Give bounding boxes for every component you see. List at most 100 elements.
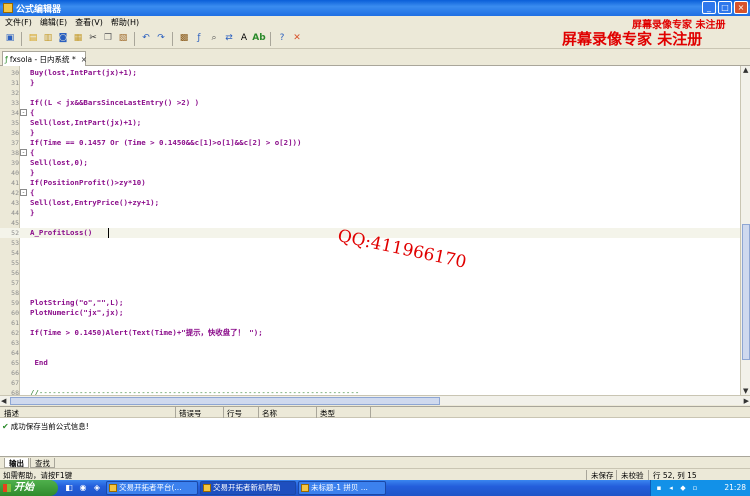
code-line[interactable]: 65 End <box>0 358 740 368</box>
document-tab-close-icon[interactable]: × <box>81 55 87 64</box>
code-line[interactable]: 31} <box>0 78 740 88</box>
vertical-scroll-thumb[interactable] <box>742 224 750 360</box>
menu-view[interactable]: 查看(V) <box>73 16 109 29</box>
start-button[interactable]: 开始 <box>0 480 58 496</box>
scroll-right-icon[interactable]: ▶ <box>744 397 749 405</box>
show-desktop-icon[interactable]: ◧ <box>64 483 74 493</box>
menu-edit[interactable]: 编辑(E) <box>38 16 73 29</box>
taskbar-task[interactable]: 交易开拓者平台(... <box>106 481 198 495</box>
column-divider[interactable] <box>316 407 317 418</box>
fold-toggle-icon[interactable]: - <box>20 189 27 196</box>
code-line[interactable]: 39 Sell(lost,0); <box>0 158 740 168</box>
code-line[interactable]: 63 <box>0 338 740 348</box>
column-divider[interactable] <box>175 407 176 418</box>
code-line[interactable]: 66 <box>0 368 740 378</box>
line-number: 30 <box>11 69 19 77</box>
code-line[interactable]: 42-{ <box>0 188 740 198</box>
code-line[interactable]: 55 <box>0 258 740 268</box>
title-bar[interactable]: 公式编辑器 _ □ × <box>0 0 750 16</box>
media-icon[interactable]: ◈ <box>92 483 102 493</box>
code-line[interactable]: 34-{ <box>0 108 740 118</box>
column-error-number[interactable]: 错误号 <box>179 408 202 419</box>
code-line[interactable]: 32 <box>0 88 740 98</box>
line-number: 68 <box>11 389 19 395</box>
menu-help[interactable]: 帮助(H) <box>109 16 145 29</box>
scroll-left-icon[interactable]: ◀ <box>1 397 6 405</box>
toolbar-separator <box>134 31 135 46</box>
code-line[interactable]: 58 <box>0 288 740 298</box>
code-line[interactable]: 44} <box>0 208 740 218</box>
network-icon[interactable]: ▪ <box>655 484 663 492</box>
replace-icon[interactable]: ⇄ <box>222 32 236 46</box>
vertical-scrollbar[interactable]: ▲ ▼ <box>740 66 750 395</box>
font-icon[interactable]: A <box>237 32 251 46</box>
check-icon: ✔ <box>2 422 9 431</box>
tab-output[interactable]: 输出 <box>4 458 29 468</box>
code-line[interactable]: 61 <box>0 318 740 328</box>
code-line[interactable]: 36} <box>0 128 740 138</box>
save-icon[interactable]: ▥ <box>41 32 55 46</box>
taskbar-task[interactable]: 未标题-1 拼贝 ... <box>298 481 386 495</box>
horizontal-scroll-thumb[interactable] <box>10 397 440 405</box>
column-divider[interactable] <box>258 407 259 418</box>
fold-toggle-icon[interactable]: - <box>20 149 27 156</box>
code-line[interactable]: 37 If(Time == 0.1457 Or (Time > 0.1450&&c… <box>0 138 740 148</box>
line-number: 45 <box>11 219 19 227</box>
code-line[interactable]: 62 If(Time > 0.1450)Alert(Text(Time)+"提示，… <box>0 328 740 338</box>
column-name[interactable]: 名称 <box>262 408 277 419</box>
taskbar-task[interactable]: 交易开拓者新机帮助 <box>200 481 296 495</box>
code-line[interactable]: 43 Sell(lost,EntryPrice()+zy+1); <box>0 198 740 208</box>
maximize-button[interactable]: □ <box>718 1 732 14</box>
horizontal-scrollbar[interactable]: ◀ ▶ <box>0 395 750 405</box>
new-icon[interactable]: ▣ <box>3 32 17 46</box>
help-icon[interactable]: ? <box>275 32 289 46</box>
output-message-row[interactable]: ✔ 成功保存当前公式信息! <box>2 421 89 432</box>
code-line[interactable]: 38-{ <box>0 148 740 158</box>
paste-icon[interactable]: ▧ <box>116 32 130 46</box>
security-icon[interactable]: ◆ <box>679 484 687 492</box>
menu-file[interactable]: 文件(F) <box>3 16 38 29</box>
column-line-number[interactable]: 行号 <box>227 408 242 419</box>
cut-icon[interactable]: ✂ <box>86 32 100 46</box>
scroll-down-icon[interactable]: ▼ <box>743 387 748 395</box>
copy-icon[interactable]: ❐ <box>101 32 115 46</box>
minimize-button[interactable]: _ <box>702 1 716 14</box>
code-line[interactable]: 56 <box>0 268 740 278</box>
tab-find[interactable]: 查找 <box>30 458 55 468</box>
browser-icon[interactable]: ◉ <box>78 483 88 493</box>
document-tab[interactable]: ƒ fxsola - 日内系统 * × <box>2 51 87 66</box>
column-divider[interactable] <box>223 407 224 418</box>
column-type[interactable]: 类型 <box>320 408 335 419</box>
redo-icon[interactable]: ↷ <box>154 32 168 46</box>
code-line[interactable]: 35 Sell(lost,IntPart(jx)+1); <box>0 118 740 128</box>
save-all-icon[interactable]: ◙ <box>56 32 70 46</box>
line-number: 41 <box>11 179 19 187</box>
code-line[interactable]: 40} <box>0 168 740 178</box>
open-icon[interactable]: ▤ <box>26 32 40 46</box>
code-line[interactable]: 59 PlotString("o","",L); <box>0 298 740 308</box>
find-icon[interactable]: ⌕ <box>207 32 221 46</box>
code-line[interactable]: 33 If((L < jx&&BarsSinceLastEntry() >2) ) <box>0 98 740 108</box>
compile-icon[interactable]: ▩ <box>177 32 191 46</box>
code-line[interactable]: 64 <box>0 348 740 358</box>
undo-icon[interactable]: ↶ <box>139 32 153 46</box>
code-line[interactable]: 57 <box>0 278 740 288</box>
code-line[interactable]: 45 <box>0 218 740 228</box>
code-line[interactable]: 68 //------------------------------------… <box>0 388 740 395</box>
code-line[interactable]: 41 If(PositionProfit()>zy*10) <box>0 178 740 188</box>
insert-function-icon[interactable]: ƒ <box>192 32 206 46</box>
volume-icon[interactable]: ◂ <box>667 484 675 492</box>
code-line[interactable]: 60 PlotNumeric("jx",jx); <box>0 308 740 318</box>
column-divider[interactable] <box>370 407 371 418</box>
fold-toggle-icon[interactable]: - <box>20 109 27 116</box>
input-method-icon[interactable]: ▫ <box>691 484 699 492</box>
print-icon[interactable]: ▦ <box>71 32 85 46</box>
bold-icon[interactable]: Ab <box>252 32 266 46</box>
column-description[interactable]: 描述 <box>4 408 19 419</box>
code-line[interactable]: 67 <box>0 378 740 388</box>
close-doc-icon[interactable]: ✕ <box>290 32 304 46</box>
close-button[interactable]: × <box>734 1 748 14</box>
code-text: A_ProfitLoss() <box>30 228 93 237</box>
code-line[interactable]: 30 Buy(lost,IntPart(jx)+1); <box>0 68 740 78</box>
scroll-up-icon[interactable]: ▲ <box>743 66 748 74</box>
